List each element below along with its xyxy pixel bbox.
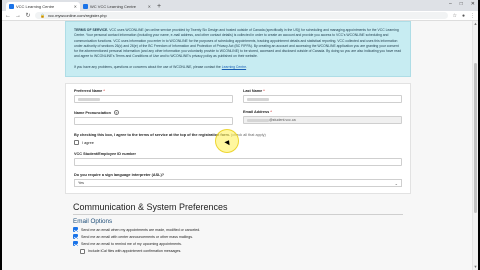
interpreter-label: Do you require a sign language interpret…	[74, 173, 165, 178]
ical-checkbox[interactable]	[80, 248, 85, 254]
back-icon[interactable]: ←	[5, 13, 11, 19]
scroll-down-icon[interactable]: ▼	[473, 264, 478, 270]
tab-strip: VCC Learning Centre ✕ WC VCC Learning Ce…	[2, 0, 478, 11]
contact-text: If you have any problems, questions or c…	[74, 64, 221, 69]
agree-text: By checking this box, I agree to the ter…	[74, 133, 230, 138]
required-mark: *	[270, 110, 272, 115]
redacted-value	[78, 97, 100, 101]
scrollbar-thumb[interactable]	[474, 63, 477, 213]
terms-heading: TERMS OF SERVICE.	[74, 28, 109, 32]
email-domain: @student.vcc.ca	[269, 118, 296, 123]
email-field[interactable]: @student.vcc.ca	[243, 116, 402, 125]
required-mark: *	[263, 89, 265, 94]
last-name-label: Last Name *	[243, 89, 402, 93]
email-option-ical[interactable]: Include iCal files with appointment conf…	[73, 248, 403, 254]
lock-icon: 🔒	[40, 13, 45, 18]
page-viewport: TERMS OF SERVICE. VCC uses WCONLINE (an …	[2, 21, 478, 270]
maximize-icon[interactable]: □	[460, 1, 463, 7]
address-bar: ← → ↻ 🔒 vcc.mywconline.com/register.php …	[2, 11, 478, 21]
appointment-changes-checkbox[interactable]	[73, 227, 78, 233]
tab-vcc-learning-centre[interactable]: VCC Learning Centre ✕	[6, 2, 80, 11]
tab-label: VCC Learning Centre	[16, 4, 55, 9]
contact-paragraph: If you have any problems, questions or c…	[74, 65, 402, 70]
minimize-icon[interactable]: –	[449, 1, 452, 7]
preferred-name-input[interactable]	[74, 95, 233, 104]
option-label: Send me an email with center announcemen…	[81, 234, 194, 239]
contact-suffix: .	[246, 64, 248, 69]
window-controls: – □ ✕	[449, 1, 475, 7]
email-option-announcements[interactable]: Send me an email with center announcemen…	[73, 234, 403, 240]
pronunciation-group: Name Pronunciation?	[74, 110, 233, 132]
new-tab-button[interactable]: +	[154, 2, 161, 11]
preferred-name-group: Preferred Name *	[74, 89, 233, 110]
required-mark: *	[103, 89, 105, 94]
email-options-heading: Email Options	[73, 218, 113, 226]
option-label: Send me an email when my appointments ar…	[81, 227, 201, 232]
email-label: Email Address *	[243, 110, 402, 114]
email-label-text: Email Address	[243, 110, 270, 115]
name-pronunciation-label: Name Pronunciation?	[74, 110, 233, 116]
terms-notice: TERMS OF SERVICE. VCC uses WCONLINE (an …	[65, 21, 411, 78]
preferred-name-label-text: Preferred Name	[74, 89, 103, 94]
tab-wc-learning-centre[interactable]: WC VCC Learning Centre ✕	[80, 2, 154, 11]
help-icon[interactable]: ?	[113, 110, 119, 116]
url-input[interactable]: 🔒 vcc.mywconline.com/register.php	[35, 12, 449, 19]
communication-heading: Communication & System Preferences	[73, 202, 228, 213]
name-pronunciation-label-text: Name Pronunciation	[74, 111, 111, 116]
terms-paragraph: TERMS OF SERVICE. VCC uses WCONLINE (an …	[74, 28, 402, 60]
name-row: Preferred Name * Last Name *	[74, 89, 402, 110]
email-group: Email Address * @student.vcc.ca	[243, 110, 402, 132]
page-scrollbar[interactable]: ▲ ▼	[472, 21, 478, 270]
reload-icon[interactable]: ↻	[25, 12, 31, 19]
star-icon[interactable]: ☆	[452, 13, 456, 19]
toolbar-icons: ☆ ● ⋮	[452, 13, 475, 19]
student-id-label: VCC Student/Employee ID number	[74, 152, 137, 157]
email-option-appointment-changes[interactable]: Send me an email when my appointments ar…	[73, 227, 403, 233]
close-window-icon[interactable]: ✕	[471, 1, 475, 7]
option-label: Send me an email to remind me of my upco…	[81, 241, 182, 246]
close-tab-icon[interactable]: ✕	[74, 2, 77, 11]
interpreter-select[interactable]: Yes ⌄	[74, 179, 402, 188]
scroll-up-icon[interactable]: ▲	[473, 21, 478, 27]
name-pronunciation-input[interactable]	[74, 117, 233, 126]
divider	[73, 214, 403, 216]
email-option-reminders[interactable]: Send me an email to remind me of my upco…	[73, 241, 403, 247]
learning-centre-link[interactable]: Learning Centre	[222, 65, 246, 69]
student-id-input[interactable]	[74, 158, 402, 167]
chevron-down-icon: ⌄	[394, 181, 398, 187]
url-text: vcc.mywconline.com/register.php	[47, 13, 107, 18]
last-name-label-text: Last Name	[243, 89, 263, 94]
tab-label: WC VCC Learning Centre	[90, 4, 137, 9]
forward-icon[interactable]: →	[15, 13, 21, 19]
reminders-checkbox[interactable]	[73, 241, 78, 247]
communication-preferences: Communication & System Preferences Email…	[65, 202, 411, 254]
menu-icon[interactable]: ⋮	[470, 13, 475, 19]
favicon-icon	[9, 4, 14, 9]
option-label: Include iCal files with appointment conf…	[88, 249, 182, 254]
browser-window: VCC Learning Centre ✕ WC VCC Learning Ce…	[2, 0, 478, 270]
profile-icon[interactable]: ●	[462, 13, 465, 19]
close-tab-icon[interactable]: ✕	[148, 2, 151, 11]
last-name-input[interactable]	[243, 95, 402, 104]
redacted-value	[247, 97, 269, 101]
agree-checkbox[interactable]	[74, 140, 79, 146]
redacted-value	[247, 118, 269, 122]
favicon-icon	[83, 4, 88, 9]
announcements-checkbox[interactable]	[73, 234, 78, 240]
preferred-name-label: Preferred Name *	[74, 89, 233, 93]
interpreter-value: Yes	[78, 181, 84, 186]
terms-body: VCC uses WCONLINE (an online service pro…	[74, 28, 402, 59]
agree-option-label: I agree	[82, 140, 94, 145]
last-name-group: Last Name *	[243, 89, 402, 110]
pronunciation-email-row: Name Pronunciation? Email Address * @stu…	[74, 110, 402, 132]
